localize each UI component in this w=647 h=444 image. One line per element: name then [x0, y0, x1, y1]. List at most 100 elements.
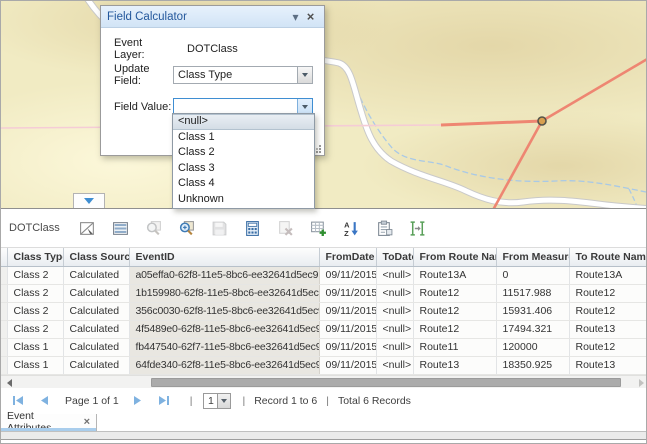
attribute-form-icon[interactable] [375, 219, 394, 238]
save-edits-icon[interactable] [210, 219, 229, 238]
table-cell[interactable]: <null> [376, 302, 413, 320]
column-header[interactable]: Class Type [7, 248, 63, 266]
table-cell[interactable]: 09/11/2015 [319, 320, 376, 338]
dialog-close-button[interactable]: × [303, 7, 318, 27]
table-cell[interactable]: Route12 [569, 338, 647, 356]
update-field-combobox[interactable]: Class Type [173, 66, 313, 84]
scrollbar-thumb[interactable] [151, 378, 621, 387]
table-cell[interactable]: 09/11/2015 [319, 356, 376, 374]
table-cell[interactable]: 17494.321 [496, 320, 569, 338]
table-cell[interactable]: Class 2 [7, 266, 63, 284]
table-row[interactable]: Class 1Calculatedfb447540-62f7-11e5-8bc6… [1, 338, 647, 356]
route-junction-marker[interactable] [538, 117, 546, 125]
dropdown-option[interactable]: <null> [173, 114, 314, 130]
delete-selected-icon[interactable] [276, 219, 295, 238]
table-cell[interactable]: 356c0030-62f8-11e5-8bc6-ee32641d5ec9 [129, 302, 319, 320]
table-cell[interactable]: Route12 [413, 284, 496, 302]
table-cell[interactable]: Route11 [413, 338, 496, 356]
table-row[interactable]: Class 2Calculateda05effa0-62f8-11e5-8bc6… [1, 266, 647, 284]
fit-columns-icon[interactable] [408, 219, 427, 238]
chevron-down-icon [221, 399, 227, 403]
table-cell[interactable]: fb447540-62f7-11e5-8bc6-ee32641d5ec9 [129, 338, 319, 356]
column-header[interactable]: From Measure [496, 248, 569, 266]
table-cell[interactable]: 09/11/2015 [319, 338, 376, 356]
table-row[interactable]: Class 1Calculated64fde340-62f8-11e5-8bc6… [1, 356, 647, 374]
table-cell[interactable]: Route13A [413, 266, 496, 284]
dialog-titlebar[interactable]: Field Calculator ▾ × [101, 6, 324, 28]
scroll-left-icon[interactable] [7, 379, 12, 387]
table-cell[interactable]: <null> [376, 320, 413, 338]
table-cell[interactable]: Calculated [63, 320, 129, 338]
update-field-value: Class Type [174, 67, 297, 83]
select-records-icon[interactable] [78, 219, 97, 238]
table-cell[interactable]: Class 1 [7, 338, 63, 356]
tab-event-attributes[interactable]: Event Attributes × [1, 414, 97, 431]
table-cell[interactable]: 11517.988 [496, 284, 569, 302]
dropdown-option[interactable]: Class 1 [173, 130, 314, 146]
pan-to-selection-icon[interactable] [144, 219, 163, 238]
table-cell[interactable]: Route13A [569, 266, 647, 284]
table-cell[interactable]: Class 2 [7, 302, 63, 320]
table-cell[interactable]: Class 1 [7, 356, 63, 374]
show-selected-records-icon[interactable] [111, 219, 130, 238]
table-cell[interactable]: Class 2 [7, 284, 63, 302]
table-cell[interactable]: 09/11/2015 [319, 266, 376, 284]
table-cell[interactable]: <null> [376, 284, 413, 302]
column-header[interactable]: ToDate [376, 248, 413, 266]
table-cell[interactable]: Calculated [63, 266, 129, 284]
column-header[interactable]: EventID [129, 248, 319, 266]
table-cell[interactable]: 18350.925 [496, 356, 569, 374]
table-cell[interactable]: <null> [376, 266, 413, 284]
zoom-to-selection-icon[interactable] [177, 219, 196, 238]
table-cell[interactable]: 1b159980-62f8-11e5-8bc6-ee32641d5ec9 [129, 284, 319, 302]
tab-close-icon[interactable]: × [84, 416, 90, 428]
panel-collapse-tab[interactable] [73, 193, 105, 208]
dialog-collapse-button[interactable]: ▾ [288, 7, 303, 27]
table-cell[interactable]: 4f5489e0-62f8-11e5-8bc6-ee32641d5ec9 [129, 320, 319, 338]
sort-icon[interactable]: AZ [342, 219, 361, 238]
table-cell[interactable]: Calculated [63, 338, 129, 356]
scroll-right-icon[interactable] [639, 379, 644, 387]
table-cell[interactable]: 64fde340-62f8-11e5-8bc6-ee32641d5ec9 [129, 356, 319, 374]
horizontal-scrollbar[interactable] [1, 375, 647, 388]
field-calculator-icon[interactable] [243, 219, 262, 238]
table-row[interactable]: Class 2Calculated4f5489e0-62f8-11e5-8bc6… [1, 320, 647, 338]
table-cell[interactable]: Calculated [63, 284, 129, 302]
table-cell[interactable]: <null> [376, 338, 413, 356]
table-cell[interactable]: Route12 [569, 302, 647, 320]
update-field-dropdown-button[interactable] [297, 67, 312, 83]
previous-page-button[interactable] [35, 394, 53, 408]
table-cell[interactable]: Route12 [413, 320, 496, 338]
dropdown-option[interactable]: Class 4 [173, 176, 314, 192]
table-cell[interactable]: Calculated [63, 356, 129, 374]
table-cell[interactable]: 09/11/2015 [319, 302, 376, 320]
table-cell[interactable]: 0 [496, 266, 569, 284]
dropdown-option[interactable]: Class 3 [173, 161, 314, 177]
column-header[interactable]: Class Source [63, 248, 129, 266]
table-cell[interactable]: Class 2 [7, 320, 63, 338]
page-number-combobox[interactable]: 1 [203, 393, 231, 409]
table-cell[interactable]: Route13 [413, 356, 496, 374]
dropdown-option[interactable]: Class 2 [173, 145, 314, 161]
column-header[interactable]: FromDate [319, 248, 376, 266]
table-cell[interactable]: 120000 [496, 338, 569, 356]
last-page-button[interactable] [155, 394, 173, 408]
table-cell[interactable]: Route12 [569, 284, 647, 302]
page-number-dropdown-button[interactable] [217, 394, 230, 408]
table-cell[interactable]: 15931.406 [496, 302, 569, 320]
table-cell[interactable]: Route12 [413, 302, 496, 320]
dropdown-option[interactable]: Unknown [173, 192, 314, 208]
table-cell[interactable]: Calculated [63, 302, 129, 320]
first-page-button[interactable] [9, 394, 27, 408]
table-row[interactable]: Class 2Calculated1b159980-62f8-11e5-8bc6… [1, 284, 647, 302]
add-record-icon[interactable] [309, 219, 328, 238]
next-page-button[interactable] [129, 394, 147, 408]
table-cell[interactable]: a05effa0-62f8-11e5-8bc6-ee32641d5ec9 [129, 266, 319, 284]
table-cell[interactable]: Route13 [569, 320, 647, 338]
table-cell[interactable]: Route13 [569, 356, 647, 374]
table-cell[interactable]: <null> [376, 356, 413, 374]
column-header[interactable]: From Route Name [413, 248, 496, 266]
table-cell[interactable]: 09/11/2015 [319, 284, 376, 302]
table-row[interactable]: Class 2Calculated356c0030-62f8-11e5-8bc6… [1, 302, 647, 320]
column-header[interactable]: To Route Name [569, 248, 647, 266]
